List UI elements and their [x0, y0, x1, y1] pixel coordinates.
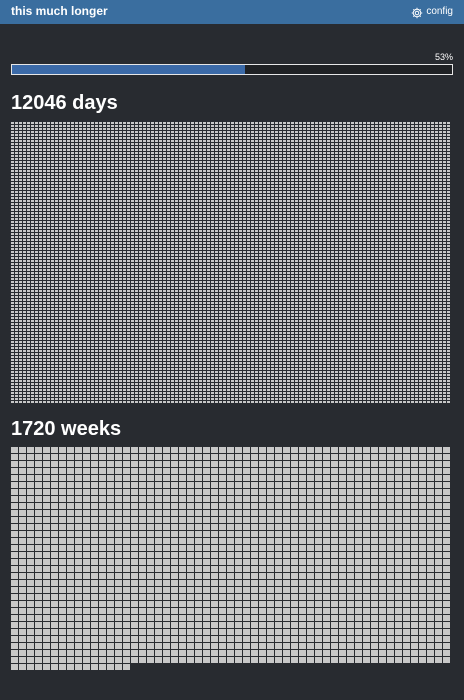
- gear-icon: [411, 6, 423, 18]
- weeks-grid: [11, 447, 450, 670]
- config-label: config: [426, 5, 453, 17]
- grid-cells: [11, 447, 450, 670]
- app-header: this much longer config: [0, 0, 464, 24]
- grid-cells: [11, 122, 450, 404]
- progress-percent: 53%: [434, 52, 453, 62]
- app-title: this much longer: [11, 4, 108, 18]
- days-grid: [11, 122, 450, 404]
- weeks-heading: 1720 weeks: [11, 418, 122, 440]
- progress-fill: [12, 65, 246, 74]
- days-heading: 12046 days: [11, 92, 118, 114]
- config-button[interactable]: config: [411, 4, 453, 19]
- progress-bar: [11, 64, 453, 75]
